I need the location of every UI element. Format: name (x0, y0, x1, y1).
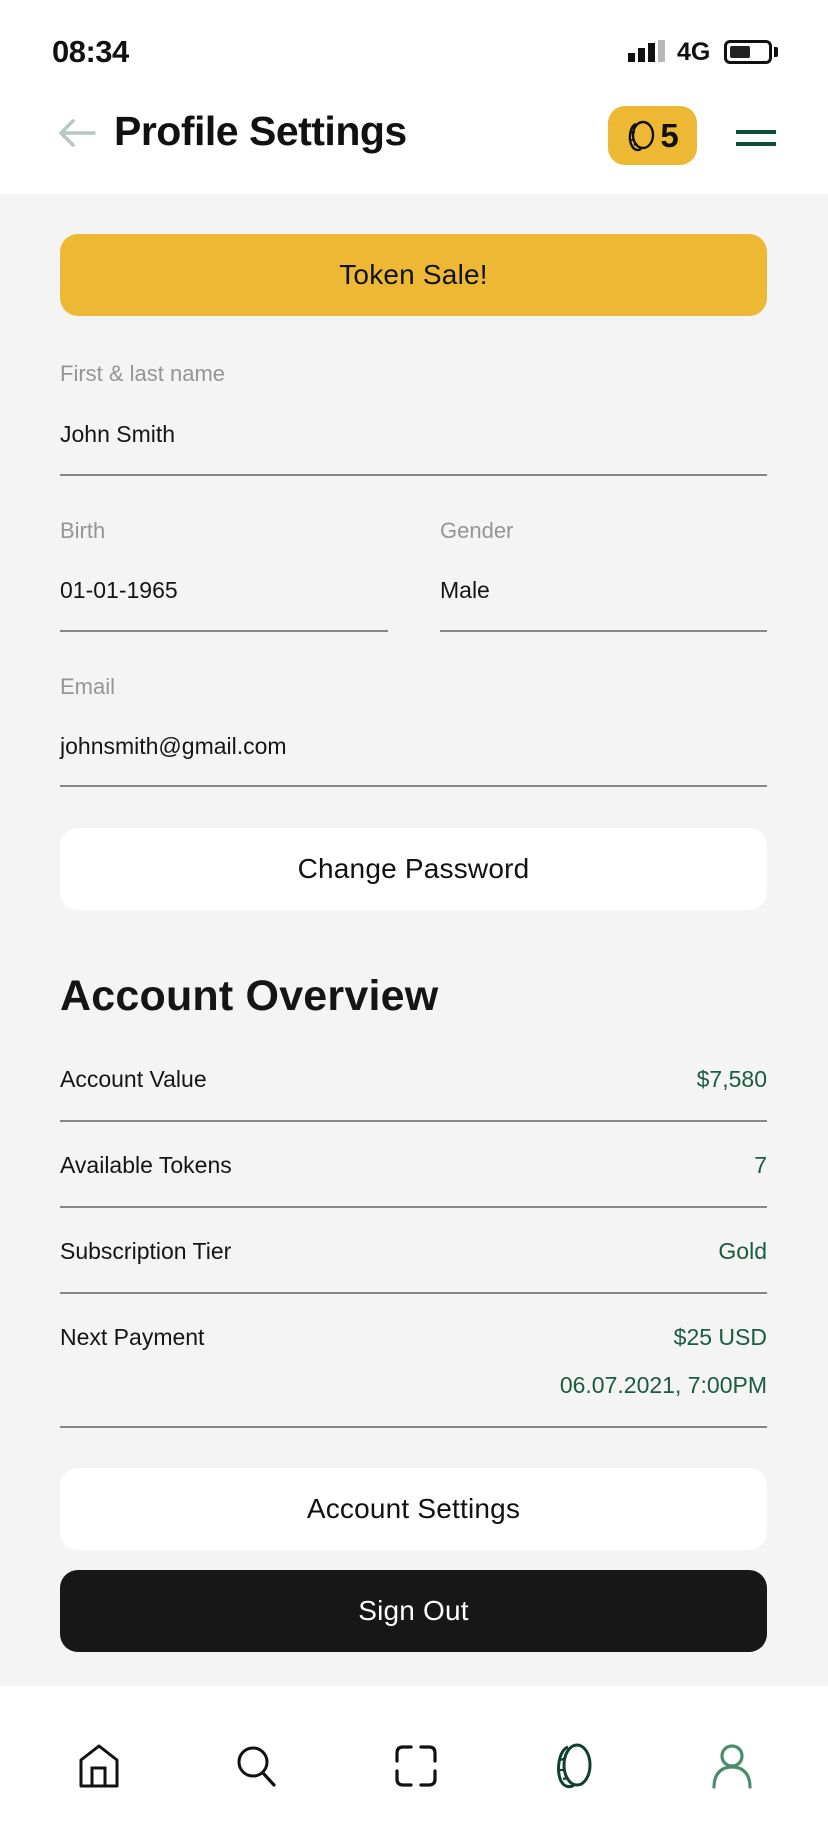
email-underline (60, 785, 767, 787)
sign-out-button[interactable]: Sign Out (60, 1570, 767, 1652)
menu-button[interactable] (732, 122, 780, 154)
search-icon (237, 1746, 276, 1787)
row-divider (60, 1206, 767, 1208)
signal-icon (628, 40, 666, 62)
change-password-button[interactable]: Change Password (60, 828, 767, 910)
available-tokens-row: Available Tokens 7 (60, 1152, 767, 1210)
row-label: Account Value (60, 1066, 207, 1092)
nav-scan[interactable] (386, 1738, 446, 1794)
next-payment-date: 06.07.2021, 7:00PM (559, 1372, 767, 1398)
name-field[interactable]: First & last name John Smith (60, 355, 767, 477)
row-value: Gold (718, 1238, 767, 1264)
gender-underline (440, 630, 767, 632)
row-divider (60, 1292, 767, 1294)
account-value-row: Account Value $7,580 (60, 1066, 767, 1124)
next-payment-row: Next Payment $25 USD 06.07.2021, 7:00PM (60, 1324, 767, 1430)
birth-input[interactable]: 01-01-1965 (60, 577, 178, 604)
nav-profile[interactable] (702, 1738, 762, 1794)
battery-nub (774, 47, 778, 57)
email-field[interactable]: Email johnsmith@gmail.com (60, 668, 767, 790)
subscription-tier-row: Subscription Tier Gold (60, 1238, 767, 1296)
account-overview-title: Account Overview (60, 972, 439, 1020)
row-label: Subscription Tier (60, 1238, 232, 1264)
name-input[interactable]: John Smith (60, 421, 175, 448)
token-sale-button[interactable]: Token Sale! (60, 234, 767, 316)
name-underline (60, 474, 767, 476)
back-button[interactable] (58, 118, 96, 148)
coin-icon (629, 120, 655, 151)
bottom-nav (0, 1686, 828, 1846)
arrow-left-icon (59, 119, 96, 147)
gender-label: Gender (440, 518, 514, 543)
coin-icon (557, 1743, 592, 1789)
token-count: 5 (660, 116, 679, 154)
row-label: Available Tokens (60, 1152, 232, 1178)
birth-underline (60, 630, 388, 632)
row-value: 7 (754, 1152, 767, 1178)
hamburger-menu-icon (736, 130, 776, 134)
row-value: $25 USD (673, 1324, 767, 1350)
account-settings-button[interactable]: Account Settings (60, 1468, 767, 1550)
gender-field[interactable]: Gender Male (440, 512, 767, 634)
page-title: Profile Settings (114, 108, 407, 154)
home-icon (79, 1744, 119, 1788)
token-balance-button[interactable]: 5 (608, 106, 697, 165)
gender-input[interactable]: Male (440, 577, 490, 604)
row-value: $7,580 (696, 1066, 767, 1092)
name-label: First & last name (60, 361, 226, 386)
birth-label: Birth (60, 518, 106, 543)
row-divider (60, 1120, 767, 1122)
user-icon (712, 1744, 752, 1789)
row-divider (60, 1426, 767, 1428)
email-label: Email (60, 674, 116, 699)
email-input[interactable]: johnsmith@gmail.com (60, 733, 287, 760)
birth-field[interactable]: Birth 01-01-1965 (60, 512, 388, 634)
network-type: 4G (677, 38, 711, 66)
hamburger-menu-icon-line (736, 142, 776, 146)
status-time: 08:34 (52, 34, 129, 69)
nav-tokens[interactable] (544, 1738, 604, 1794)
nav-home[interactable] (69, 1738, 129, 1794)
battery-icon (724, 40, 772, 64)
nav-search[interactable] (227, 1738, 287, 1794)
scan-icon (395, 1745, 437, 1787)
row-label: Next Payment (60, 1324, 205, 1350)
top-bar: 08:34 4G Profile Settings 5 (0, 0, 828, 194)
battery-level (730, 46, 750, 58)
